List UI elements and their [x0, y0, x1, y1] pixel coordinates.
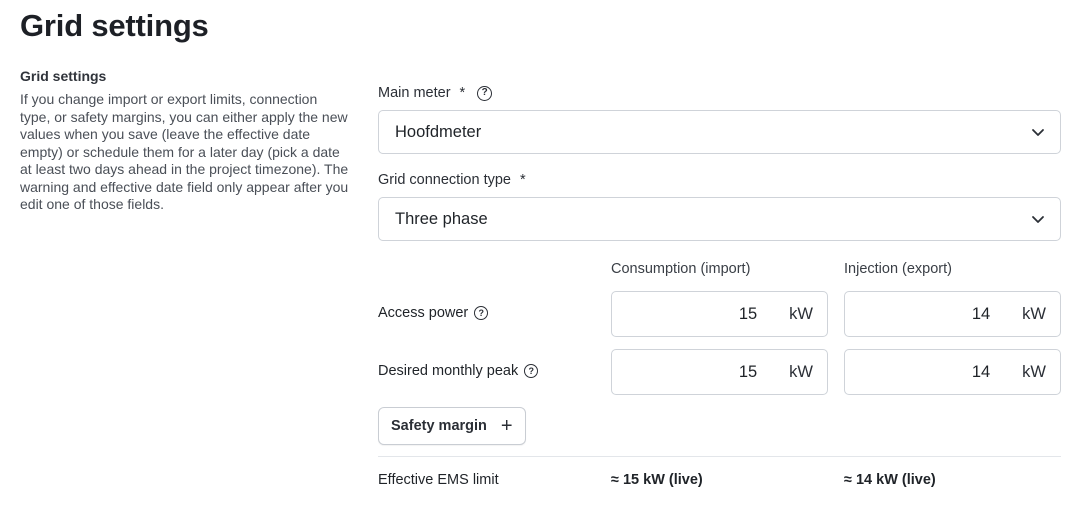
monthly-peak-label-text: Desired monthly peak — [378, 363, 519, 379]
chevron-down-icon — [1032, 216, 1044, 223]
access-power-label: Access power ? — [378, 305, 489, 321]
divider — [378, 456, 1061, 457]
grid-connection-value: Three phase — [395, 209, 488, 228]
unit-label: kW — [789, 304, 813, 323]
required-marker: * — [520, 172, 526, 188]
access-power-consumption-input[interactable]: 15 kW — [611, 291, 828, 337]
help-icon[interactable]: ? — [524, 364, 539, 378]
help-icon[interactable]: ? — [474, 306, 489, 320]
main-meter-label-text: Main meter — [378, 85, 451, 101]
safety-margin-label: Safety margin — [391, 418, 487, 434]
access-power-injection-value: 14 — [971, 304, 991, 323]
grid-settings-form: Main meter * ? Hoofdmeter Grid connectio… — [378, 84, 1061, 488]
chevron-down-icon — [1032, 129, 1044, 136]
ems-limit-injection: ≈ 14 kW (live) — [844, 472, 936, 488]
add-safety-margin-button[interactable]: Safety margin + — [378, 407, 526, 445]
ems-limit-label: Effective EMS limit — [378, 472, 499, 488]
plus-icon: + — [500, 415, 513, 437]
monthly-peak-injection-value: 14 — [971, 362, 991, 381]
ems-limit-consumption: ≈ 15 kW (live) — [611, 472, 703, 488]
unit-label: kW — [1022, 362, 1046, 381]
monthly-peak-consumption-value: 15 — [738, 362, 758, 381]
grid-connection-label-text: Grid connection type — [378, 172, 511, 188]
main-meter-label: Main meter * ? — [378, 84, 1061, 102]
grid-connection-label: Grid connection type * — [378, 171, 1061, 189]
access-power-consumption-value: 15 — [738, 304, 758, 323]
main-meter-select[interactable]: Hoofdmeter — [378, 110, 1061, 154]
page-title: Grid settings — [20, 8, 209, 43]
access-power-label-text: Access power — [378, 305, 469, 321]
required-marker: * — [459, 85, 466, 101]
monthly-peak-consumption-input[interactable]: 15 kW — [611, 349, 828, 395]
grid-connection-select[interactable]: Three phase — [378, 197, 1061, 241]
unit-label: kW — [789, 362, 813, 381]
main-meter-value: Hoofdmeter — [395, 122, 482, 141]
section-title: Grid settings — [20, 68, 107, 84]
injection-column-header: Injection (export) — [844, 261, 952, 277]
unit-label: kW — [1022, 304, 1046, 323]
section-description: Grid settings If you change import or ex… — [20, 68, 350, 214]
access-power-injection-input[interactable]: 14 kW — [844, 291, 1061, 337]
monthly-peak-label: Desired monthly peak ? — [378, 363, 539, 379]
help-icon[interactable]: ? — [477, 85, 493, 101]
section-help-text: If you change import or export limits, c… — [20, 91, 349, 212]
consumption-column-header: Consumption (import) — [611, 261, 751, 277]
monthly-peak-injection-input[interactable]: 14 kW — [844, 349, 1061, 395]
